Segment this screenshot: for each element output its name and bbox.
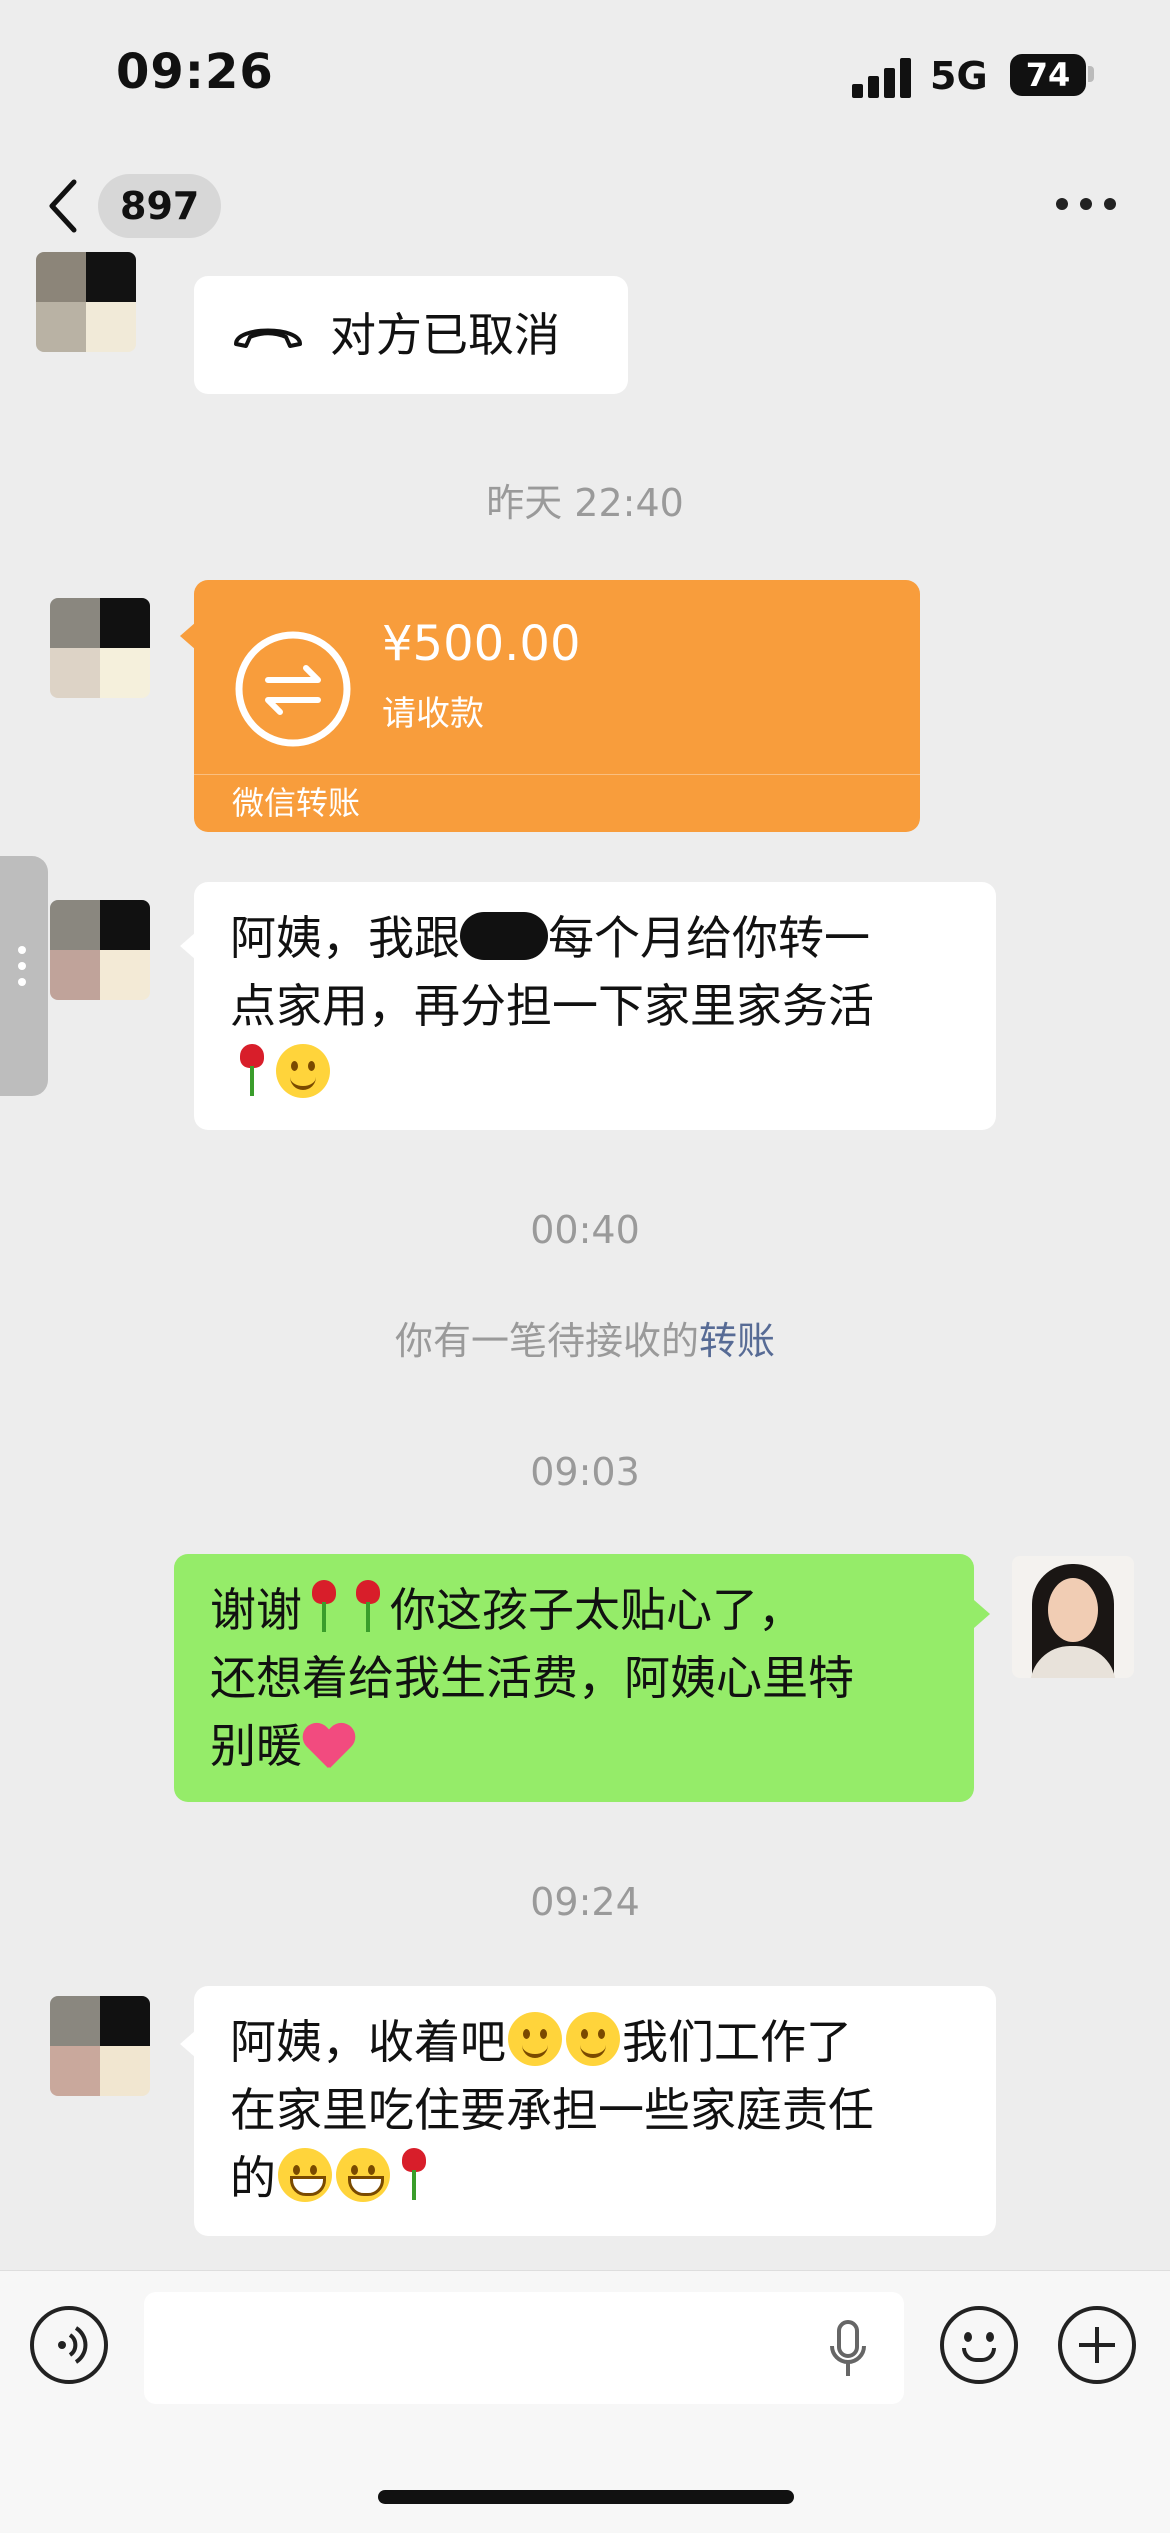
smile-emoji-icon: [566, 2012, 620, 2066]
rose-emoji-icon: [394, 2144, 434, 2204]
self-avatar[interactable]: [1012, 1556, 1134, 1678]
status-time: 09:26: [116, 44, 274, 100]
plus-icon[interactable]: [1058, 2306, 1136, 2384]
message-text: 还想着给我生活费，阿姨心里特: [210, 1651, 854, 1705]
timestamp: 昨天 22:40: [486, 481, 684, 525]
message-text: 的: [230, 2151, 276, 2205]
transfer-arrows-icon: [235, 631, 351, 747]
message-text: 我们工作了: [622, 2015, 852, 2069]
battery-icon: 74: [1010, 54, 1086, 96]
home-indicator[interactable]: [378, 2490, 794, 2504]
timestamp: 00:40: [530, 1208, 640, 1252]
rose-emoji-icon: [348, 1576, 388, 1636]
call-status-bubble[interactable]: 对方已取消: [194, 276, 628, 394]
contact-avatar[interactable]: [50, 1996, 150, 2096]
grin-emoji-icon: [278, 2148, 332, 2202]
message-bubble[interactable]: 阿姨，收着吧 我们工作了 在家里吃住要承担一些家庭责任 的: [194, 1986, 996, 2236]
smile-emoji-icon: [508, 2012, 562, 2066]
transfer-amount: ¥500.00: [382, 616, 581, 672]
transfer-subtitle: 请收款: [382, 694, 484, 734]
call-status-text: 对方已取消: [330, 308, 560, 362]
back-chevron-icon[interactable]: [48, 176, 78, 236]
message-text: 每个月给你转一: [548, 911, 870, 965]
system-note-text: 你有一笔待接收的: [394, 1319, 699, 1363]
battery-cap: [1088, 66, 1094, 82]
bubble-tail: [974, 1600, 990, 1628]
rose-emoji-icon: [304, 1576, 344, 1636]
phone-hangup-icon: [234, 328, 302, 348]
timestamp: 09:03: [530, 1450, 640, 1494]
transfer-footer: 微信转账: [232, 784, 361, 822]
more-icon[interactable]: [1056, 198, 1116, 212]
redacted-blur: [460, 912, 548, 960]
heart-emoji-icon: [302, 1718, 356, 1772]
smile-emoji-icon: [276, 1044, 330, 1098]
rose-emoji-icon: [232, 1040, 272, 1100]
grin-emoji-icon: [336, 2148, 390, 2202]
side-drawer-handle[interactable]: [0, 856, 48, 1096]
self-message-bubble[interactable]: 谢谢 你这孩子太贴心了， 还想着给我生活费，阿姨心里特 别暖: [174, 1554, 974, 1802]
message-text: 在家里吃住要承担一些家庭责任: [230, 2083, 874, 2137]
message-text: 你这孩子太贴心了，: [390, 1583, 804, 1637]
network-type: 5G: [930, 54, 988, 98]
message-input[interactable]: [144, 2292, 904, 2404]
voice-input-icon[interactable]: [30, 2306, 108, 2384]
message-text: 阿姨，收着吧: [230, 2015, 506, 2069]
transfer-card[interactable]: ¥500.00 请收款 微信转账: [194, 580, 920, 832]
microphone-icon[interactable]: [826, 2318, 870, 2382]
unread-count-badge[interactable]: 897: [98, 174, 222, 238]
message-text: 点家用，再分担一下家里家务活: [230, 979, 874, 1033]
contact-avatar[interactable]: [36, 252, 136, 352]
emoji-icon[interactable]: [940, 2306, 1018, 2384]
divider: [194, 774, 920, 775]
message-text: 别暖: [210, 1719, 302, 1773]
contact-avatar[interactable]: [50, 900, 150, 1000]
signal-icon: [852, 56, 916, 98]
timestamp: 09:24: [530, 1880, 640, 1924]
message-text: 阿姨，我跟: [230, 911, 460, 965]
message-text: 谢谢: [210, 1583, 302, 1637]
contact-avatar[interactable]: [50, 598, 150, 698]
message-bubble[interactable]: 阿姨，我跟 每个月给你转一 点家用，再分担一下家里家务活: [194, 882, 996, 1130]
system-note: 你有一笔待接收的转账: [0, 1310, 1170, 1365]
transfer-link[interactable]: 转账: [699, 1319, 775, 1363]
